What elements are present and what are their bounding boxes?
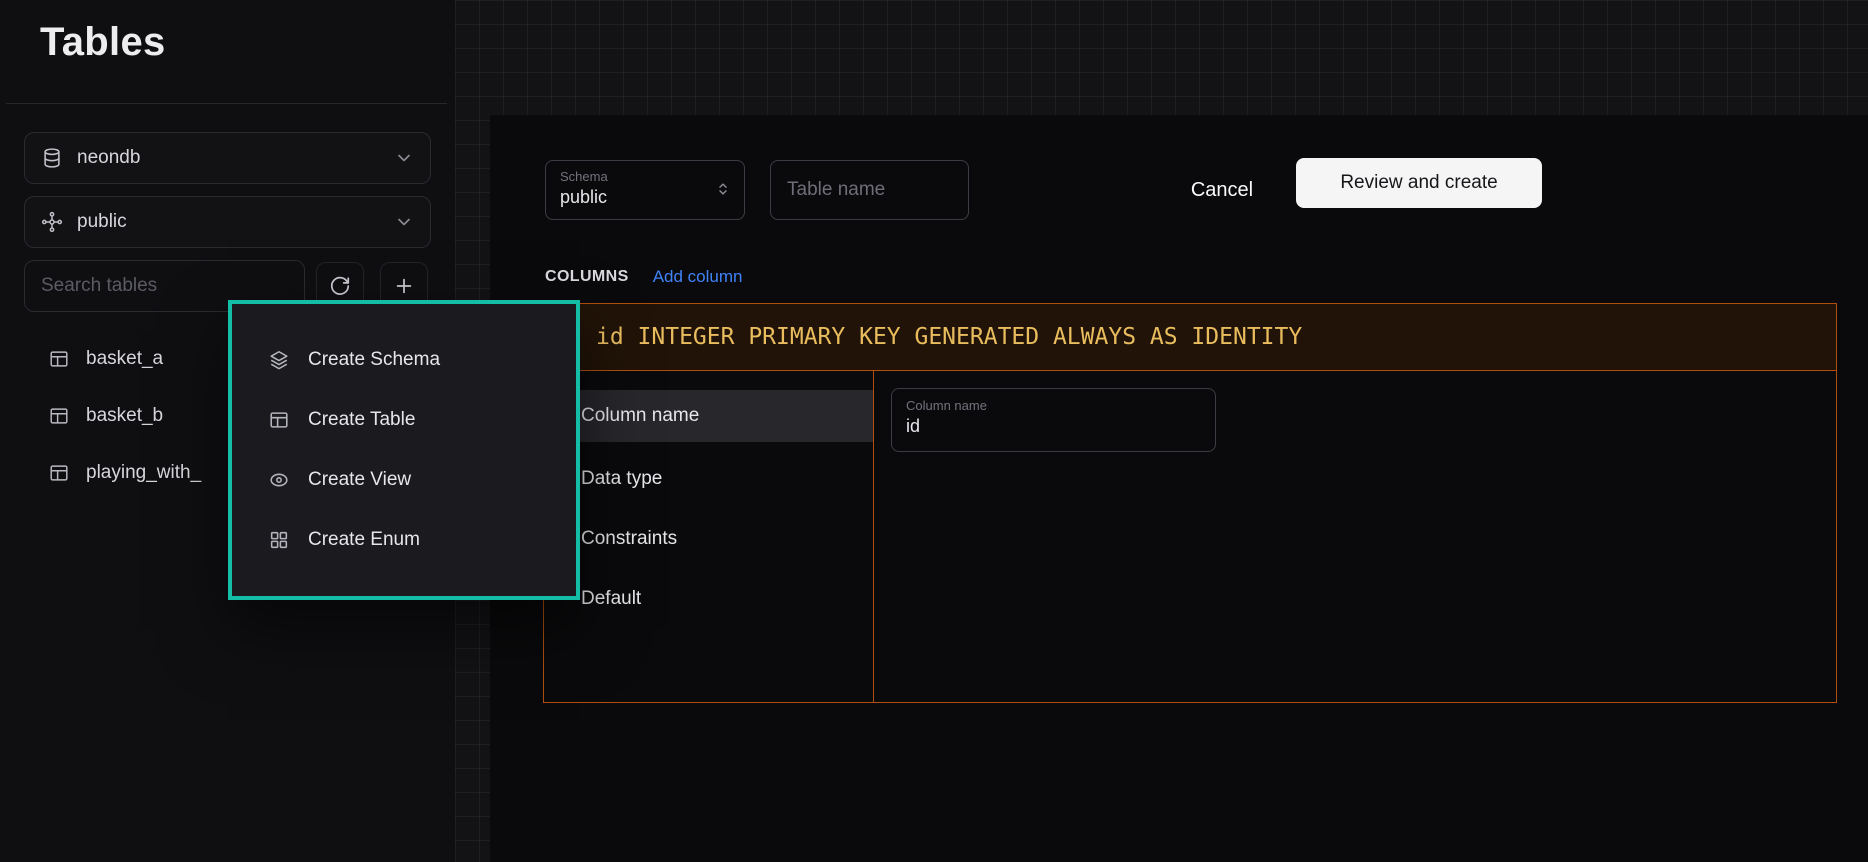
chevron-down-icon	[394, 148, 414, 168]
property-row-constraints[interactable]: Constraints	[544, 509, 873, 569]
column-property-detail: Column name id	[874, 371, 1836, 702]
columns-header-row: COLUMNS Add column	[545, 267, 742, 287]
create-menu-popup: Create Schema Create Table Create View C…	[228, 300, 580, 600]
property-label: Constraints	[581, 528, 677, 550]
table-name: playing_with_	[86, 462, 201, 484]
menu-item-label: Create View	[308, 469, 411, 491]
menu-item-create-schema[interactable]: Create Schema	[232, 330, 576, 390]
table-icon	[268, 409, 290, 431]
property-row-default[interactable]: Default	[544, 569, 873, 629]
divider	[6, 103, 447, 104]
database-selector-value: neondb	[77, 147, 140, 169]
app-window: Schema public Cancel Review and create C…	[0, 0, 1868, 862]
table-name-input[interactable]	[770, 160, 969, 220]
schema-icon	[41, 211, 63, 233]
table-name: basket_a	[86, 348, 163, 370]
property-label: Default	[581, 588, 641, 610]
column-definition-banner[interactable]: id INTEGER PRIMARY KEY GENERATED ALWAYS …	[543, 303, 1837, 371]
schema-select-value: public	[560, 187, 730, 207]
column-name-field-value: id	[906, 416, 1201, 436]
menu-item-create-enum[interactable]: Create Enum	[232, 510, 576, 570]
menu-item-label: Create Schema	[308, 349, 440, 371]
layers-icon	[268, 349, 290, 371]
table-icon	[48, 462, 70, 484]
column-sql-text: id INTEGER PRIMARY KEY GENERATED ALWAYS …	[596, 324, 1302, 350]
menu-item-create-view[interactable]: Create View	[232, 450, 576, 510]
property-row-data-type[interactable]: Data type	[544, 449, 873, 509]
create-table-panel: Schema public Cancel Review and create C…	[490, 115, 1868, 862]
column-name-field[interactable]: Column name id	[891, 388, 1216, 452]
chevron-down-icon	[394, 212, 414, 232]
menu-item-create-table[interactable]: Create Table	[232, 390, 576, 450]
schema-selector-value: public	[77, 211, 127, 233]
columns-heading: COLUMNS	[545, 268, 629, 286]
table-icon	[48, 348, 70, 370]
table-icon	[48, 405, 70, 427]
database-selector[interactable]: neondb	[24, 132, 431, 184]
column-properties-nav: Column name Data type Constraints Defaul…	[544, 371, 874, 702]
database-icon	[41, 147, 63, 169]
menu-item-label: Create Table	[308, 409, 415, 431]
review-and-create-button[interactable]: Review and create	[1296, 158, 1542, 208]
property-row-column-name[interactable]: Column name	[544, 390, 873, 442]
view-icon	[268, 469, 290, 491]
schema-select[interactable]: Schema public	[545, 160, 745, 220]
grid-icon	[268, 529, 290, 551]
table-name: basket_b	[86, 405, 163, 427]
schema-selector[interactable]: public	[24, 196, 431, 248]
schema-select-label: Schema	[560, 169, 730, 184]
page-title: Tables	[40, 20, 166, 65]
menu-item-label: Create Enum	[308, 529, 420, 551]
refresh-icon	[329, 275, 351, 297]
add-column-link[interactable]: Add column	[653, 267, 743, 287]
plus-icon	[393, 275, 415, 297]
column-editor: Column name Data type Constraints Defaul…	[543, 370, 1837, 703]
property-label: Column name	[581, 405, 699, 427]
cancel-button[interactable]: Cancel	[1170, 165, 1274, 215]
column-name-field-label: Column name	[906, 398, 1201, 413]
chevrons-updown-icon	[714, 180, 732, 203]
property-label: Data type	[581, 468, 662, 490]
